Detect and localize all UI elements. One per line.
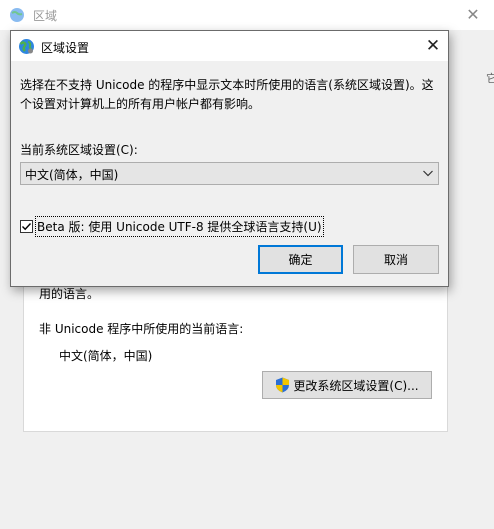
- system-locale-select[interactable]: 中文(简体，中国): [20, 162, 439, 185]
- change-system-locale-button[interactable]: 更改系统区域设置(C)...: [262, 371, 432, 399]
- beta-utf8-checkbox[interactable]: [20, 219, 33, 233]
- chevron-down-icon: [422, 166, 434, 180]
- region-settings-dialog: 区域设置 ✕ 选择在不支持 Unicode 的程序中显示文本时所使用的语言(系统…: [10, 30, 449, 287]
- region-window-close-icon[interactable]: ✕: [462, 4, 484, 26]
- region-window-title: 区域: [33, 9, 58, 23]
- system-locale-value: 中文(简体，中国): [25, 168, 119, 182]
- change-system-locale-label: 更改系统区域设置(C)...: [293, 378, 419, 393]
- partial-description-text: 用的语言。: [39, 287, 100, 301]
- dialog-title: 区域设置: [41, 41, 90, 55]
- ok-button[interactable]: 确定: [258, 245, 343, 274]
- globe-icon: [18, 38, 35, 55]
- clipped-edge-text: 它: [486, 72, 494, 85]
- beta-utf8-label[interactable]: Beta 版: 使用 Unicode UTF-8 提供全球语言支持(U): [35, 215, 324, 237]
- dialog-titlebar: 区域设置 ✕: [11, 31, 448, 61]
- current-language-value: 中文(简体，中国): [59, 349, 153, 363]
- locale-description: 选择在不支持 Unicode 的程序中显示文本时所使用的语言(系统区域设置)。这…: [20, 78, 434, 111]
- dialog-close-icon[interactable]: ✕: [423, 36, 443, 56]
- globe-icon: [9, 7, 25, 23]
- non-unicode-language-label: 非 Unicode 程序中所使用的当前语言:: [39, 322, 244, 336]
- uac-shield-icon: [275, 377, 290, 393]
- region-window-titlebar: 区域 ✕: [0, 0, 494, 30]
- current-locale-label-text: 当前系统区域设置(C):: [20, 143, 138, 157]
- current-locale-label: 当前系统区域设置(C):: [20, 141, 138, 158]
- beta-utf8-option[interactable]: Beta 版: 使用 Unicode UTF-8 提供全球语言支持(U): [20, 215, 324, 237]
- cancel-button[interactable]: 取消: [353, 245, 439, 274]
